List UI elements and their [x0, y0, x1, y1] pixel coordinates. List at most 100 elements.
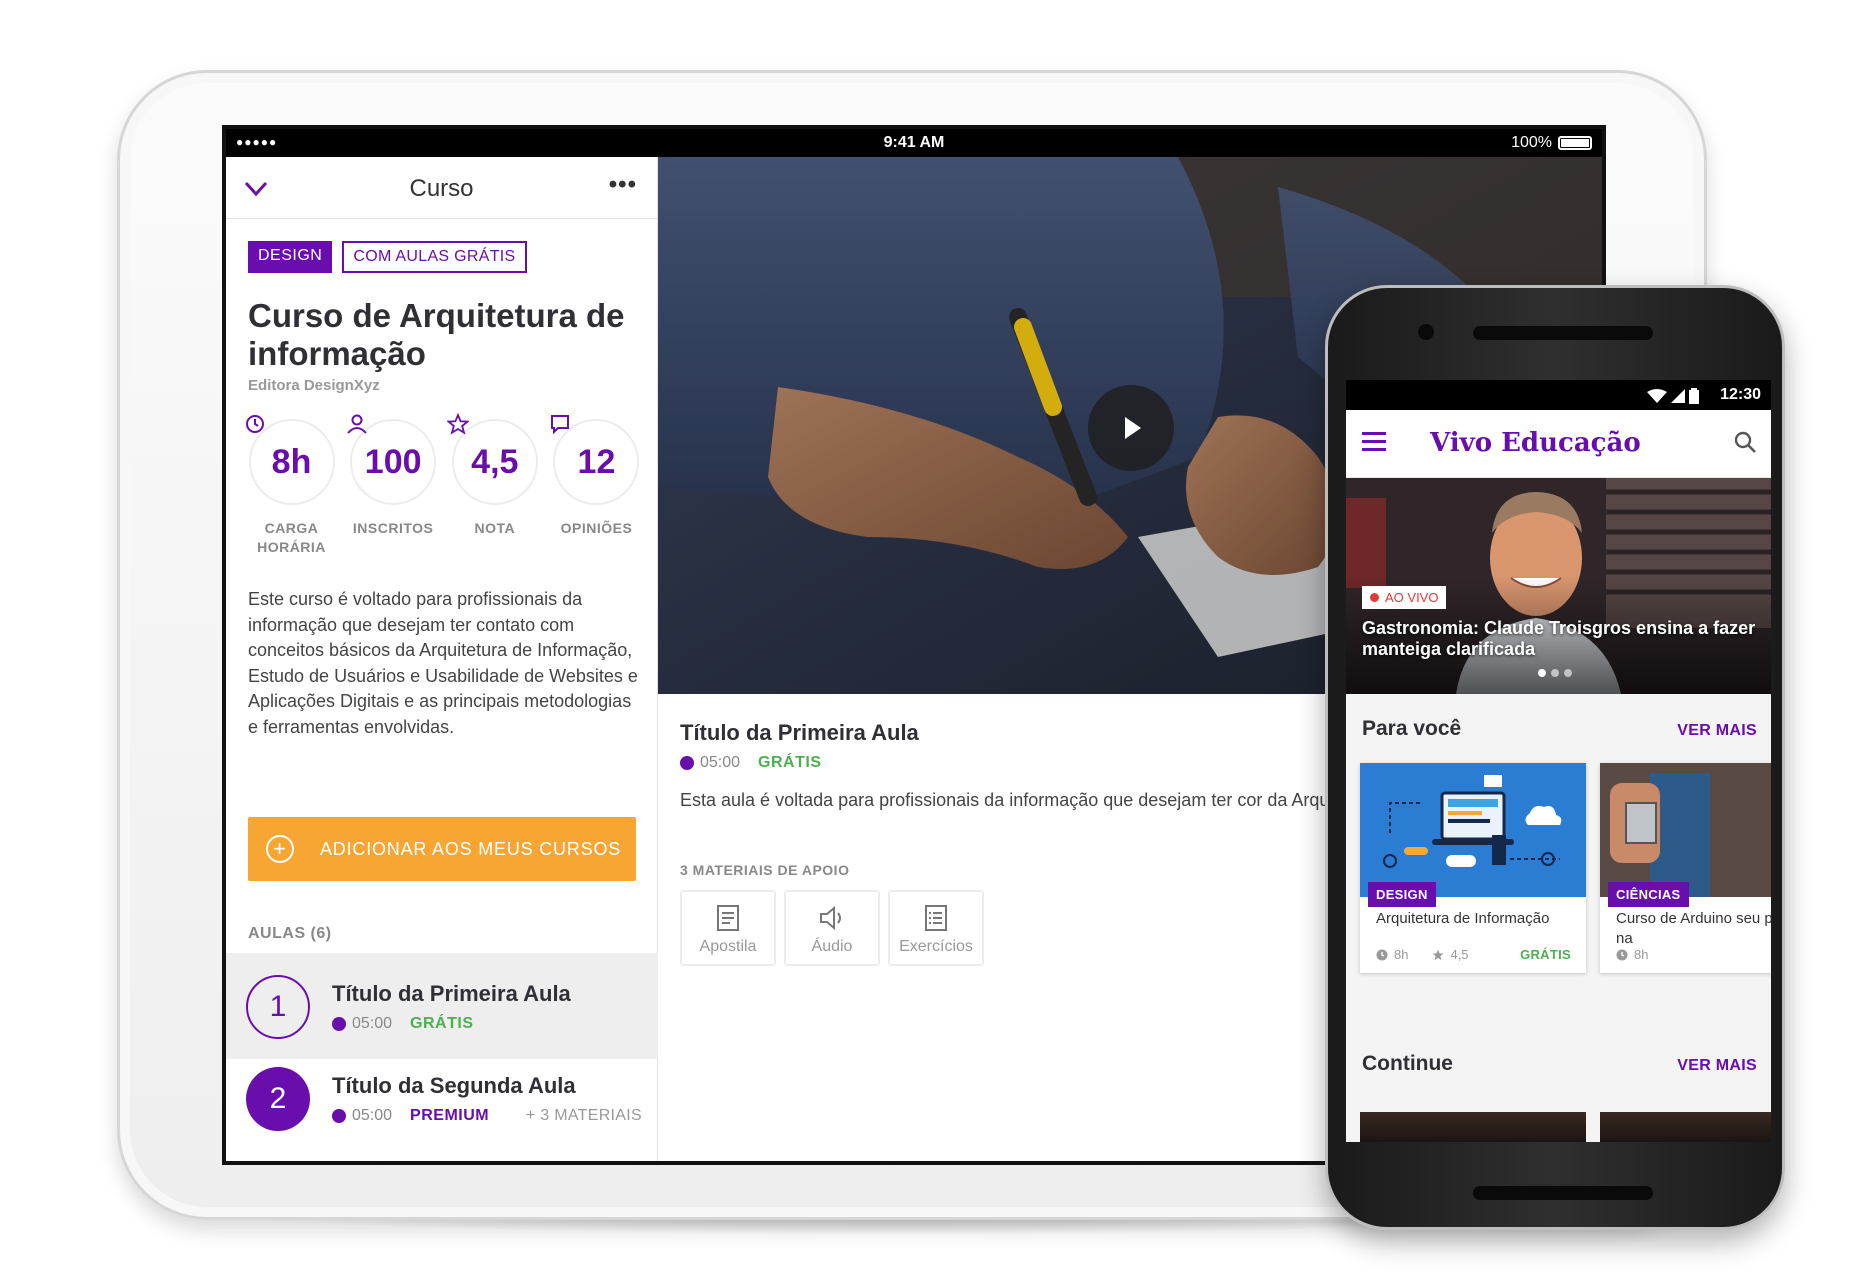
- card-hours: 8h: [1634, 947, 1649, 962]
- phone-device: 12:30 Vivo Educação AO VIVO Gastronomia:…: [1325, 285, 1785, 1230]
- header-title: Curso: [409, 175, 474, 202]
- phone-time: 12:30: [1720, 386, 1761, 403]
- for-you-title: Para você: [1362, 717, 1462, 740]
- current-lesson-access: GRÁTIS: [758, 754, 822, 771]
- phone-screen: 12:30 Vivo Educação AO VIVO Gastronomia:…: [1346, 380, 1771, 1142]
- card-image: CIÊNCIAS: [1600, 763, 1771, 907]
- category-tag: DESIGN: [248, 241, 333, 273]
- continue-card-thumbnail[interactable]: [1360, 1112, 1586, 1142]
- course-card[interactable]: DESIGN Arquitetura de Informação 8h 4,5 …: [1360, 763, 1586, 973]
- material-label: Apostila: [699, 938, 757, 955]
- star-icon: [1433, 949, 1444, 960]
- add-button-label: ADICIONAR AOS MEUS CURSOS: [320, 838, 622, 859]
- clock-icon: [1616, 949, 1628, 960]
- live-hero-banner[interactable]: AO VIVO Gastronomia: Claude Troisgros en…: [1346, 478, 1771, 694]
- list-icon: [925, 905, 947, 931]
- battery-icon: [1558, 136, 1592, 150]
- comment-icon: [550, 415, 569, 435]
- material-handout[interactable]: Apostila: [680, 890, 776, 966]
- phone-appbar: Vivo Educação: [1346, 410, 1771, 478]
- card-meta: 8h 4,5 GRÁTIS: [1376, 947, 1571, 962]
- battery-icon: [1689, 388, 1699, 404]
- stat-label: OPINIÕES: [560, 520, 633, 536]
- stat-label: NOTA: [474, 520, 516, 536]
- plus-icon: +: [266, 835, 294, 863]
- course-header: Curso •••: [226, 157, 657, 219]
- lesson-number: 1: [246, 975, 310, 1039]
- lesson-number: 2: [246, 1067, 310, 1131]
- phone-statusbar: 12:30: [1346, 380, 1771, 410]
- lesson-title: Título da Segunda Aula: [332, 1073, 576, 1098]
- for-you-header: Para você VER MAIS: [1362, 717, 1757, 741]
- app-title: Vivo Educação: [1430, 428, 1641, 458]
- search-icon[interactable]: [1733, 430, 1757, 454]
- clock-icon: [246, 415, 264, 433]
- continue-card-thumbnail[interactable]: [1600, 1112, 1771, 1142]
- material-audio[interactable]: Áudio: [784, 890, 880, 966]
- menu-icon[interactable]: [1362, 432, 1386, 456]
- lessons-heading: AULAS (6): [248, 925, 332, 942]
- clock-icon: [1376, 949, 1388, 960]
- document-icon: [717, 905, 739, 931]
- wifi-icon: [1647, 389, 1667, 403]
- status-icons: [1647, 388, 1699, 404]
- current-lesson-meta: 05:00 GRÁTIS: [680, 754, 822, 772]
- live-badge: AO VIVO: [1362, 586, 1447, 609]
- carousel-indicator[interactable]: [1538, 669, 1572, 677]
- stat-label: INSCRITOS: [352, 520, 434, 536]
- lesson-title: Título da Primeira Aula: [332, 981, 571, 1006]
- add-to-my-courses-button[interactable]: + ADICIONAR AOS MEUS CURSOS: [248, 817, 636, 881]
- lesson-duration: 05:00: [352, 1015, 393, 1032]
- materials-list: Apostila Áudio Exercícios: [680, 890, 984, 966]
- illustration-icon: [1383, 775, 1562, 868]
- lesson-extra-materials[interactable]: + 3 MATERIAIS: [526, 1107, 642, 1125]
- for-you-see-more-link[interactable]: VER MAIS: [1677, 722, 1757, 740]
- arduino-photo: [1600, 763, 1771, 897]
- course-stats: 8h CARGA HORÁRIA 100 INSCRITOS 4,5 NOTA …: [244, 413, 644, 557]
- course-card[interactable]: CIÊNCIAS Curso de Arduino seu projeto na…: [1600, 763, 1771, 973]
- duration-dot-icon: [332, 1017, 346, 1031]
- lesson-item[interactable]: 2 Título da Segunda Aula 05:00 PREMIUM +…: [226, 1045, 658, 1151]
- phone-speaker-bottom: [1473, 1186, 1653, 1200]
- duration-dot-icon: [332, 1109, 346, 1123]
- hero-title: Gastronomia: Claude Troisgros ensina a f…: [1362, 618, 1756, 659]
- lesson-meta: 05:00 GRÁTIS: [332, 1015, 642, 1033]
- lesson-duration: 05:00: [352, 1107, 393, 1124]
- course-publisher: Editora DesignXyz: [248, 377, 380, 394]
- live-dot-icon: [1370, 593, 1379, 602]
- course-title: Curso de Arquitetura de informação: [248, 297, 625, 372]
- card-title: Curso de Arduino seu projeto na: [1616, 910, 1771, 947]
- card-hours: 8h: [1394, 947, 1409, 962]
- free-lessons-tag: COM AULAS GRÁTIS: [342, 241, 527, 273]
- speaker-icon: [820, 905, 841, 931]
- lesson-item[interactable]: 1 Título da Primeira Aula 05:00 GRÁTIS: [226, 953, 658, 1059]
- stat-label: CARGA HORÁRIA: [257, 520, 326, 555]
- more-options-icon[interactable]: •••: [609, 171, 637, 199]
- play-button[interactable]: [1088, 385, 1174, 471]
- cell-signal-icon: [1671, 389, 1685, 403]
- current-lesson-title: Título da Primeira Aula: [680, 720, 919, 745]
- material-label: Áudio: [811, 938, 853, 955]
- card-category-tag: DESIGN: [1368, 882, 1436, 907]
- card-title: Arquitetura de Informação: [1376, 910, 1550, 927]
- stat-hours: 8h CARGA HORÁRIA: [244, 415, 339, 557]
- tablet-statusbar: ●●●●● 9:41 AM 100%: [226, 129, 1602, 157]
- stat-rating: 4,5 NOTA: [447, 413, 542, 557]
- materials-heading: 3 MATERIAIS DE APOIO: [680, 862, 850, 878]
- continue-header: Continue VER MAIS: [1362, 1052, 1757, 1076]
- card-access: GRÁTIS: [1520, 947, 1571, 962]
- course-tags: DESIGN COM AULAS GRÁTIS: [248, 241, 527, 273]
- stat-reviews: 12 OPINIÕES: [549, 415, 644, 557]
- play-icon: [1125, 417, 1141, 439]
- lesson-access-badge: PREMIUM: [410, 1107, 490, 1124]
- mockup-stage: ●●●●● 9:41 AM 100% Curso ••• DESIGN COM …: [0, 0, 1867, 1280]
- current-lesson-duration: 05:00: [700, 754, 741, 771]
- user-icon: [346, 414, 367, 434]
- material-exercises[interactable]: Exercícios: [888, 890, 984, 966]
- status-time: 9:41 AM: [883, 134, 945, 151]
- lesson-meta: 05:00 PREMIUM + 3 MATERIAIS: [332, 1107, 642, 1125]
- phone-camera: [1418, 324, 1434, 340]
- star-icon: [447, 413, 470, 435]
- continue-see-more-link[interactable]: VER MAIS: [1677, 1057, 1757, 1075]
- duration-dot-icon: [680, 756, 694, 770]
